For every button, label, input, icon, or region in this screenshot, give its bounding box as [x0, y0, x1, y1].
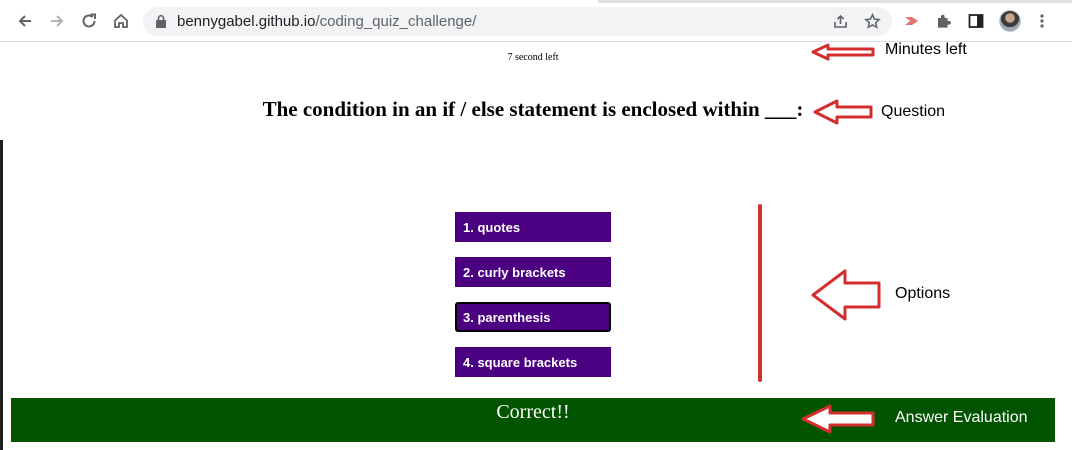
home-icon[interactable]	[112, 12, 130, 30]
lock-icon[interactable]	[154, 14, 168, 29]
option-button-1[interactable]: 1. quotes	[455, 212, 611, 242]
side-panel-icon[interactable]	[967, 12, 985, 30]
puzzle-icon[interactable]	[935, 12, 953, 30]
adjacent-window-dark	[0, 140, 3, 450]
options-list: 1. quotes 2. curly brackets 3. parenthes…	[455, 212, 611, 392]
extension-icon[interactable]	[903, 12, 921, 30]
option-button-3[interactable]: 3. parenthesis	[455, 302, 611, 332]
annotation-minutes-left: Minutes left	[885, 41, 967, 58]
reload-icon[interactable]	[80, 12, 98, 30]
back-icon[interactable]	[16, 12, 34, 30]
tab-strip	[0, 0, 1072, 3]
annotation-question: Question	[881, 103, 946, 120]
evaluation-text: Correct!!	[496, 401, 570, 423]
arrow-question-icon	[813, 99, 873, 125]
annotation-options: Options	[895, 285, 951, 302]
kebab-menu-icon[interactable]	[1033, 12, 1051, 30]
browser-toolbar: bennygabel.github.io/coding_quiz_challen…	[0, 0, 1072, 42]
arrow-answer-evaluation-icon	[801, 404, 875, 434]
address-bar[interactable]: bennygabel.github.io/coding_quiz_challen…	[143, 7, 892, 36]
annotation-answer-evaluation: Answer Evaluation	[895, 409, 1028, 426]
active-tab[interactable]	[0, 0, 598, 3]
url-path: /coding_quiz_challenge/	[315, 13, 477, 30]
url-host: bennygabel.github.io	[177, 13, 316, 30]
arrow-options-icon	[811, 269, 881, 321]
option-button-4[interactable]: 4. square brackets	[455, 347, 611, 377]
option-button-2[interactable]: 2. curly brackets	[455, 257, 611, 287]
arrow-minutes-left-icon	[811, 43, 875, 61]
avatar[interactable]	[999, 10, 1021, 32]
url-text[interactable]: bennygabel.github.io/coding_quiz_challen…	[177, 13, 476, 30]
share-icon[interactable]	[832, 13, 849, 30]
options-bracket-line	[758, 204, 762, 382]
bookmark-star-icon[interactable]	[864, 13, 881, 30]
forward-icon[interactable]	[48, 12, 66, 30]
